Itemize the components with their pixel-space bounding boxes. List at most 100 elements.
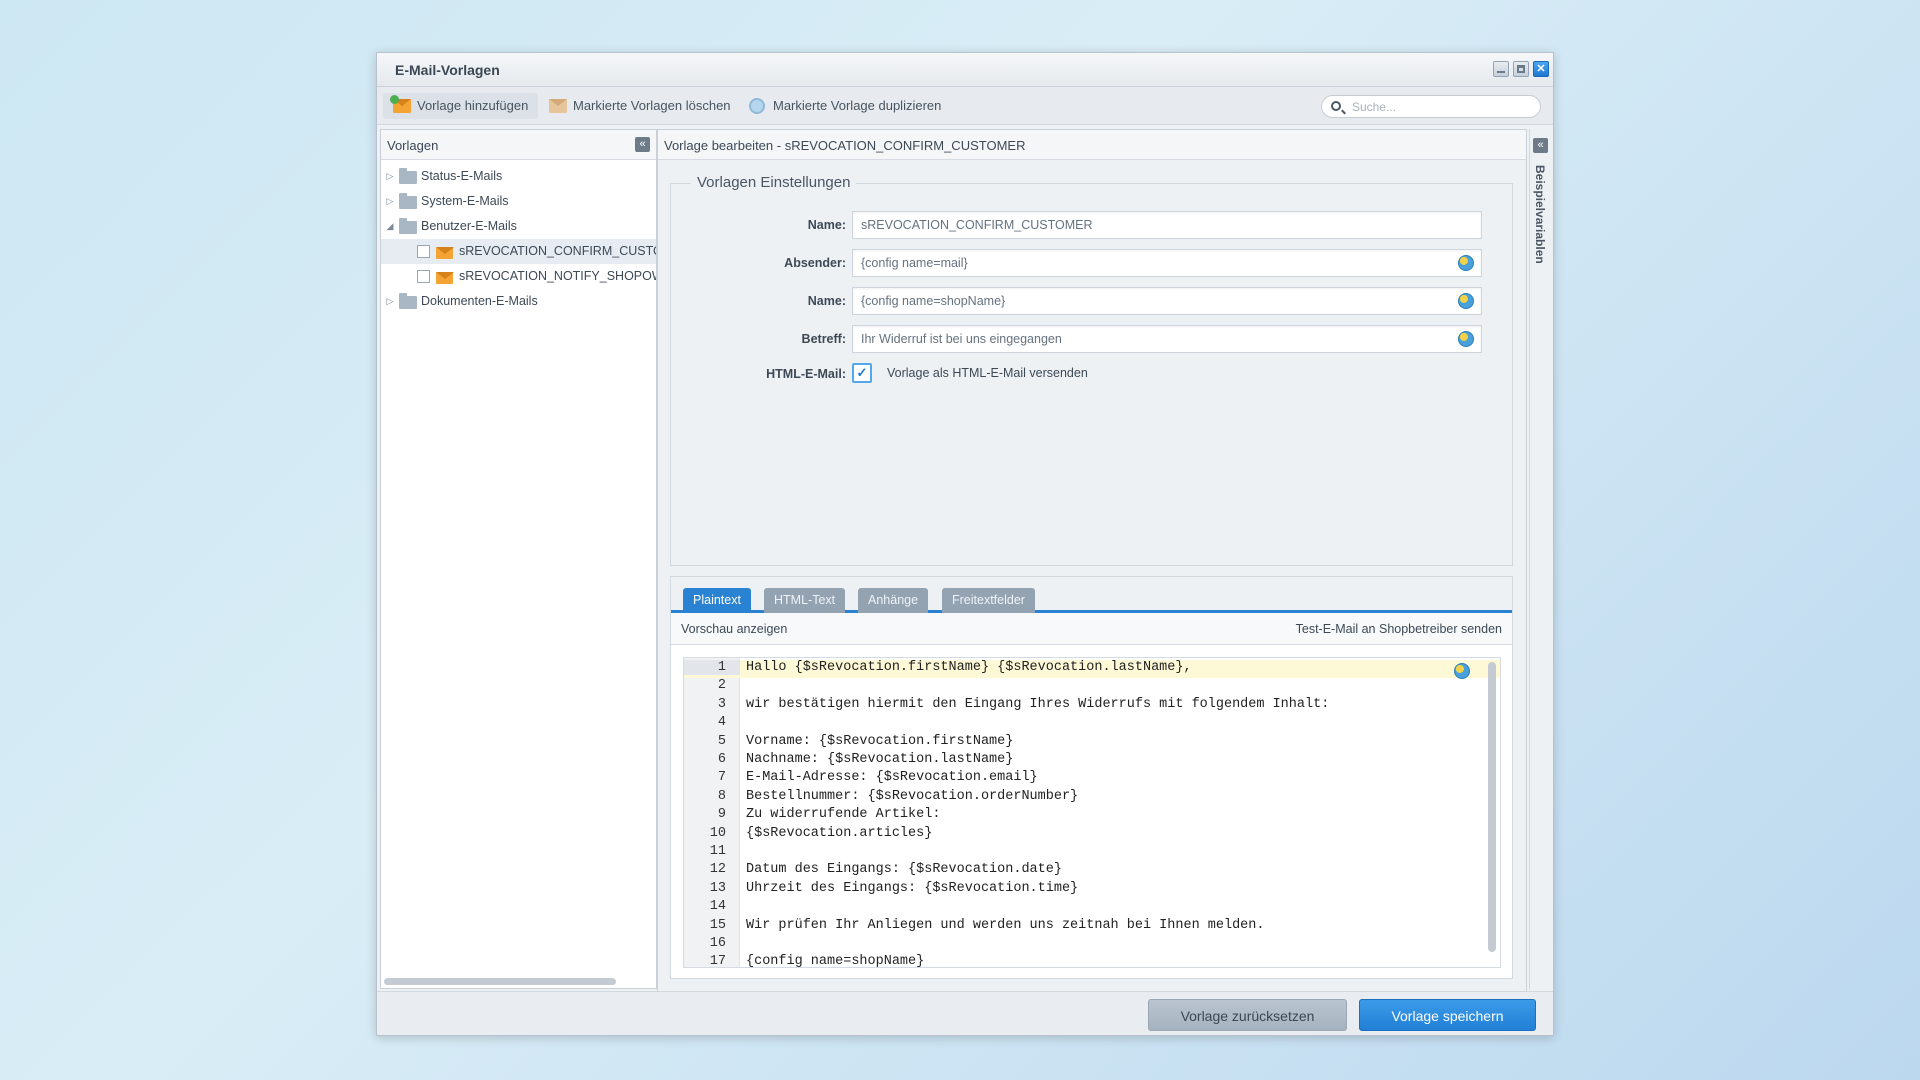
tab-html-text[interactable]: HTML-Text <box>764 588 846 613</box>
tab-plaintext[interactable]: Plaintext <box>683 588 751 613</box>
code-editor[interactable]: 1 Hallo {$sRevocation.firstName} {$sRevoc… <box>683 657 1501 968</box>
tree-folder-label: Status-E-Mails <box>421 169 503 183</box>
search-icon <box>1331 101 1341 111</box>
code-line[interactable]: 15 Wir prüfen Ihr Anliegen und werden uns… <box>684 918 1500 936</box>
code-line[interactable]: 1 Hallo {$sRevocation.firstName} {$sRevoc… <box>684 660 1500 679</box>
close-icon[interactable]: ✕ <box>1533 61 1549 77</box>
code-line-text: Hallo {$sRevocation.firstName} {$sRevoca… <box>746 660 1192 675</box>
expand-sidebar-icon[interactable]: « <box>1533 138 1548 153</box>
code-line[interactable]: 9 Zu widerrufende Artikel: <box>684 807 1500 825</box>
tree-item-label: sREVOCATION_NOTIFY_SHOPOWNER <box>459 269 656 283</box>
search-box[interactable] <box>1321 95 1541 118</box>
tree-horizontal-scrollbar[interactable] <box>384 978 616 985</box>
code-line[interactable]: 14 <box>684 899 1500 917</box>
code-line[interactable]: 10 {$sRevocation.articles} <box>684 826 1500 844</box>
expand-arrow-icon[interactable]: ▷ <box>385 189 395 214</box>
name-field[interactable]: sREVOCATION_CONFIRM_CUSTOMER <box>852 211 1482 239</box>
tree-folder-status-emails[interactable]: ▷ Status-E-Mails <box>381 164 656 189</box>
code-line-text: Zu widerrufende Artikel: <box>746 807 941 823</box>
code-line[interactable]: 2 <box>684 678 1500 696</box>
folder-icon <box>399 293 417 309</box>
example-variables-sidebar[interactable]: « Beispielvariablen <box>1529 129 1551 989</box>
code-line[interactable]: 11 <box>684 844 1500 862</box>
minimize-icon[interactable] <box>1493 61 1509 77</box>
tree-item-checkbox[interactable] <box>417 245 430 258</box>
sender-field[interactable]: {config name=mail} <box>852 249 1482 277</box>
code-line[interactable]: 16 <box>684 936 1500 954</box>
duplicate-icon <box>749 98 765 114</box>
delete-templates-button[interactable]: Markierte Vorlagen löschen <box>539 93 741 119</box>
translation-globe-icon[interactable] <box>1458 255 1474 271</box>
translation-globe-icon[interactable] <box>1458 293 1474 309</box>
code-vertical-scrollbar[interactable] <box>1488 662 1496 952</box>
html-email-checkbox[interactable]: ✓ <box>852 363 872 383</box>
translation-globe-icon[interactable] <box>1454 663 1470 679</box>
editor-tabbar: Plaintext HTML-Text Anhänge Freitextfeld… <box>671 577 1512 613</box>
line-number: 5 <box>717 733 726 749</box>
window-titlebar[interactable]: E-Mail-Vorlagen ✕ <box>377 53 1553 87</box>
tab-free-text-fields[interactable]: Freitextfelder <box>942 588 1035 613</box>
line-number: 14 <box>709 899 726 915</box>
code-line[interactable]: 5 Vorname: {$sRevocation.firstName} <box>684 734 1500 752</box>
code-line[interactable]: 8 Bestellnummer: {$sRevocation.orderNumbe… <box>684 789 1500 807</box>
code-line-text: wir bestätigen hiermit den Eingang Ihres… <box>746 696 1330 712</box>
subject-field[interactable]: Ihr Widerruf ist bei uns eingegangen <box>852 325 1482 353</box>
tree-folder-document-emails[interactable]: ▷ Dokumenten-E-Mails <box>381 289 656 314</box>
tree-folder-system-emails[interactable]: ▷ System-E-Mails <box>381 189 656 214</box>
email-template-icon <box>436 247 454 259</box>
line-number: 4 <box>717 715 726 731</box>
code-line-text: {$sRevocation.articles} <box>746 825 933 841</box>
tree-item-revocation-confirm[interactable]: sREVOCATION_CONFIRM_CUSTOMER <box>381 239 656 264</box>
collapse-arrow-icon[interactable]: ◢ <box>385 214 395 239</box>
tree-item-revocation-notify[interactable]: sREVOCATION_NOTIFY_SHOPOWNER <box>381 264 656 289</box>
code-line[interactable]: 12 Datum des Eingangs: {$sRevocation.date… <box>684 862 1500 880</box>
code-line[interactable]: 4 <box>684 715 1500 733</box>
collapse-tree-icon[interactable]: « <box>635 137 650 152</box>
duplicate-template-button[interactable]: Markierte Vorlage duplizieren <box>739 93 951 119</box>
tree-folder-label: Dokumenten-E-Mails <box>421 294 538 308</box>
line-number: 11 <box>709 844 726 859</box>
code-line-text: Uhrzeit des Eingangs: {$sRevocation.time… <box>746 880 1079 896</box>
translation-globe-icon[interactable] <box>1458 331 1474 347</box>
tree-header: Vorlagen « <box>381 130 656 160</box>
code-line[interactable]: 3 wir bestätigen hiermit den Eingang Ihre… <box>684 697 1500 715</box>
tree-folder-user-emails[interactable]: ◢ Benutzer-E-Mails <box>381 214 656 239</box>
toolbar: Vorlage hinzufügen Markierte Vorlagen lö… <box>377 87 1553 125</box>
code-line[interactable]: 7 E-Mail-Adresse: {$sRevocation.email} <box>684 770 1500 788</box>
send-test-email-button[interactable]: Test-E-Mail an Shopbetreiber senden <box>1296 622 1502 636</box>
reset-template-button[interactable]: Vorlage zurücksetzen <box>1148 999 1347 1031</box>
tab-attachments[interactable]: Anhänge <box>858 588 929 613</box>
line-number: 8 <box>717 788 726 804</box>
tree-folder-label: System-E-Mails <box>421 194 509 208</box>
line-number: 10 <box>709 825 726 841</box>
name-row: Name: sREVOCATION_CONFIRM_CUSTOMER <box>671 211 1512 239</box>
line-number: 17 <box>709 954 726 968</box>
expand-arrow-icon[interactable]: ▷ <box>385 164 395 189</box>
code-line-text: Wir prüfen Ihr Anliegen und werden uns z… <box>746 917 1265 933</box>
delete-templates-label: Markierte Vorlagen löschen <box>573 98 731 113</box>
maximize-icon[interactable] <box>1513 61 1529 77</box>
email-template-icon <box>436 272 454 284</box>
add-template-button[interactable]: Vorlage hinzufügen <box>383 93 539 119</box>
tree-item-label: sREVOCATION_CONFIRM_CUSTOMER <box>459 244 656 258</box>
save-template-button[interactable]: Vorlage speichern <box>1359 999 1536 1031</box>
line-number: 3 <box>717 696 726 712</box>
settings-legend: Vorlagen Einstellungen <box>691 174 857 191</box>
code-line-text: Vorname: {$sRevocation.firstName} <box>746 733 1014 749</box>
subject-row: Betreff: Ihr Widerruf ist bei uns eingeg… <box>671 325 1512 353</box>
add-envelope-icon <box>390 95 411 113</box>
tree-item-checkbox[interactable] <box>417 270 430 283</box>
duplicate-template-label: Markierte Vorlage duplizieren <box>773 98 942 113</box>
expand-arrow-icon[interactable]: ▷ <box>385 289 395 314</box>
html-email-checkbox-label[interactable]: Vorlage als HTML-E-Mail versenden <box>887 366 1088 380</box>
code-line[interactable]: 17 {config name=shopName} <box>684 954 1500 968</box>
templates-tree-panel: Vorlagen « ▷ Status-E-Mails ▷ System-E-M… <box>380 129 657 989</box>
sender-name-field[interactable]: {config name=shopName} <box>852 287 1482 315</box>
code-line[interactable]: 13 Uhrzeit des Eingangs: {$sRevocation.ti… <box>684 881 1500 899</box>
content-editor: Plaintext HTML-Text Anhänge Freitextfeld… <box>670 576 1513 979</box>
line-number: 12 <box>709 862 726 878</box>
search-input[interactable] <box>1352 98 1532 115</box>
code-line[interactable]: 6 Nachname: {$sRevocation.lastName} <box>684 752 1500 770</box>
subject-label: Betreff: <box>801 332 846 346</box>
preview-button[interactable]: Vorschau anzeigen <box>681 622 787 636</box>
